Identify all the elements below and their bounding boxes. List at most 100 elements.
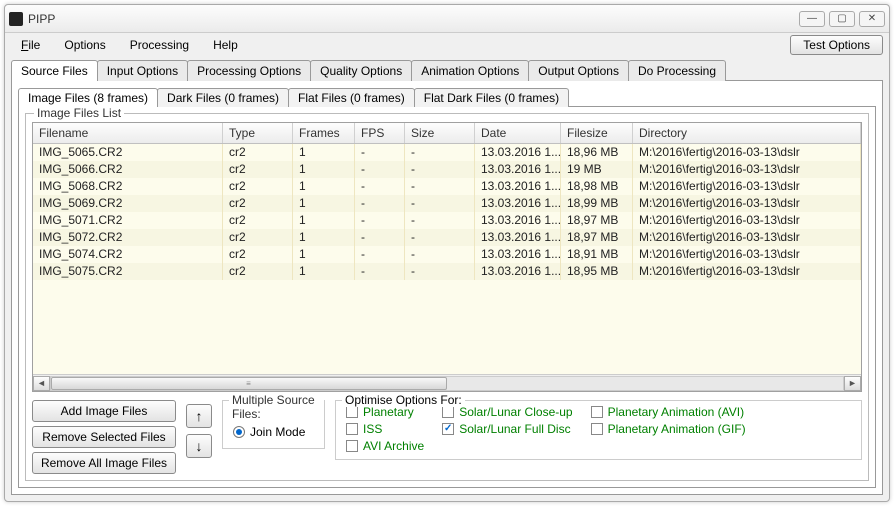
- opt-planetary[interactable]: Planetary: [346, 405, 424, 419]
- cell: -: [355, 229, 405, 246]
- cell: 18,91 MB: [561, 246, 633, 263]
- cell: cr2: [223, 161, 293, 178]
- cell: IMG_5074.CR2: [33, 246, 223, 263]
- cell: -: [355, 246, 405, 263]
- horizontal-scrollbar[interactable]: ◄ ≡ ►: [33, 374, 861, 391]
- checkbox-icon: [591, 406, 603, 418]
- tab-source-files[interactable]: Source Files: [11, 60, 98, 81]
- cell: 1: [293, 195, 355, 212]
- optimise-options-group: Optimise Options For: Planetary ISS AVI …: [335, 400, 862, 460]
- cell: -: [355, 161, 405, 178]
- cell: -: [355, 195, 405, 212]
- tab-quality-options[interactable]: Quality Options: [310, 60, 412, 81]
- opt-avi-archive[interactable]: AVI Archive: [346, 439, 424, 453]
- app-icon: [9, 12, 23, 26]
- opt-planetary-animation-gif[interactable]: Planetary Animation (GIF): [591, 422, 746, 436]
- scroll-thumb[interactable]: ≡: [51, 377, 447, 390]
- cell: cr2: [223, 229, 293, 246]
- table-row[interactable]: IMG_5066.CR2cr21--13.03.2016 1...19 MBM:…: [33, 161, 861, 178]
- cell: 18,95 MB: [561, 263, 633, 280]
- table-row[interactable]: IMG_5069.CR2cr21--13.03.2016 1...18,99 M…: [33, 195, 861, 212]
- subtab-dark-files[interactable]: Dark Files (0 frames): [157, 88, 289, 107]
- move-up-button[interactable]: ↑: [186, 404, 212, 428]
- col-filename[interactable]: Filename: [33, 123, 223, 143]
- remove-selected-files-button[interactable]: Remove Selected Files: [32, 426, 176, 448]
- cell: 18,97 MB: [561, 212, 633, 229]
- checkbox-icon: [442, 406, 454, 418]
- cell: -: [355, 263, 405, 280]
- table-row[interactable]: IMG_5075.CR2cr21--13.03.2016 1...18,95 M…: [33, 263, 861, 280]
- cell: 18,97 MB: [561, 229, 633, 246]
- remove-all-image-files-button[interactable]: Remove All Image Files: [32, 452, 176, 474]
- menu-help[interactable]: Help: [203, 36, 248, 54]
- subtab-flat-dark-files[interactable]: Flat Dark Files (0 frames): [414, 88, 569, 107]
- cell: 1: [293, 144, 355, 161]
- cell: IMG_5071.CR2: [33, 212, 223, 229]
- menu-file[interactable]: File: [11, 36, 50, 54]
- cell: 13.03.2016 1...: [475, 263, 561, 280]
- image-files-list-group: Image Files List Filename Type Frames FP…: [25, 113, 869, 481]
- move-down-button[interactable]: ↓: [186, 434, 212, 458]
- cell: IMG_5068.CR2: [33, 178, 223, 195]
- col-fps[interactable]: FPS: [355, 123, 405, 143]
- cell: cr2: [223, 178, 293, 195]
- table-body[interactable]: IMG_5065.CR2cr21--13.03.2016 1...18,96 M…: [33, 144, 861, 374]
- table-row[interactable]: IMG_5068.CR2cr21--13.03.2016 1...18,98 M…: [33, 178, 861, 195]
- opt-planetary-animation-avi[interactable]: Planetary Animation (AVI): [591, 405, 746, 419]
- table-row[interactable]: IMG_5065.CR2cr21--13.03.2016 1...18,96 M…: [33, 144, 861, 161]
- checkbox-icon: [346, 423, 358, 435]
- cell: IMG_5065.CR2: [33, 144, 223, 161]
- tab-output-options[interactable]: Output Options: [528, 60, 629, 81]
- scroll-track[interactable]: ≡: [50, 376, 844, 391]
- subtab-image-files[interactable]: Image Files (8 frames): [18, 88, 158, 107]
- table-header: Filename Type Frames FPS Size Date Files…: [33, 123, 861, 144]
- maximize-button[interactable]: ▢: [829, 11, 855, 27]
- join-mode-radio[interactable]: Join Mode: [233, 425, 314, 439]
- col-date[interactable]: Date: [475, 123, 561, 143]
- source-files-panel: Image Files (8 frames) Dark Files (0 fra…: [11, 80, 883, 495]
- test-options-button[interactable]: Test Options: [790, 35, 883, 55]
- tab-processing-options[interactable]: Processing Options: [187, 60, 311, 81]
- menu-processing[interactable]: Processing: [120, 36, 199, 54]
- col-frames[interactable]: Frames: [293, 123, 355, 143]
- cell: cr2: [223, 263, 293, 280]
- opt-solar-lunar-full-disc[interactable]: Solar/Lunar Full Disc: [442, 422, 572, 436]
- close-button[interactable]: ✕: [859, 11, 885, 27]
- table-row[interactable]: IMG_5071.CR2cr21--13.03.2016 1...18,97 M…: [33, 212, 861, 229]
- menu-options[interactable]: Options: [54, 36, 115, 54]
- table-row[interactable]: IMG_5074.CR2cr21--13.03.2016 1...18,91 M…: [33, 246, 861, 263]
- cell: 13.03.2016 1...: [475, 178, 561, 195]
- opt-solar-lunar-closeup[interactable]: Solar/Lunar Close-up: [442, 405, 572, 419]
- add-image-files-button[interactable]: Add Image Files: [32, 400, 176, 422]
- cell: IMG_5069.CR2: [33, 195, 223, 212]
- titlebar: PIPP — ▢ ✕: [5, 5, 889, 33]
- tab-input-options[interactable]: Input Options: [97, 60, 188, 81]
- checkbox-icon: [346, 440, 358, 452]
- cell: IMG_5072.CR2: [33, 229, 223, 246]
- multiple-source-files-group: Multiple Source Files: Batch Mode Join M…: [222, 400, 325, 449]
- cell: 13.03.2016 1...: [475, 229, 561, 246]
- table-row[interactable]: IMG_5072.CR2cr21--13.03.2016 1...18,97 M…: [33, 229, 861, 246]
- col-directory[interactable]: Directory: [633, 123, 861, 143]
- subtab-flat-files[interactable]: Flat Files (0 frames): [288, 88, 415, 107]
- tab-animation-options[interactable]: Animation Options: [411, 60, 529, 81]
- cell: 1: [293, 246, 355, 263]
- cell: 13.03.2016 1...: [475, 161, 561, 178]
- cell: 13.03.2016 1...: [475, 144, 561, 161]
- cell: 1: [293, 229, 355, 246]
- col-filesize[interactable]: Filesize: [561, 123, 633, 143]
- scroll-left-icon[interactable]: ◄: [33, 376, 50, 391]
- scroll-right-icon[interactable]: ►: [844, 376, 861, 391]
- cell: cr2: [223, 246, 293, 263]
- checkbox-icon: [591, 423, 603, 435]
- col-type[interactable]: Type: [223, 123, 293, 143]
- col-size[interactable]: Size: [405, 123, 475, 143]
- checkbox-icon: [442, 423, 454, 435]
- cell: 18,98 MB: [561, 178, 633, 195]
- opt-iss[interactable]: ISS: [346, 422, 424, 436]
- tab-do-processing[interactable]: Do Processing: [628, 60, 726, 81]
- checkbox-icon: [346, 406, 358, 418]
- cell: 13.03.2016 1...: [475, 246, 561, 263]
- minimize-button[interactable]: —: [799, 11, 825, 27]
- cell: 1: [293, 263, 355, 280]
